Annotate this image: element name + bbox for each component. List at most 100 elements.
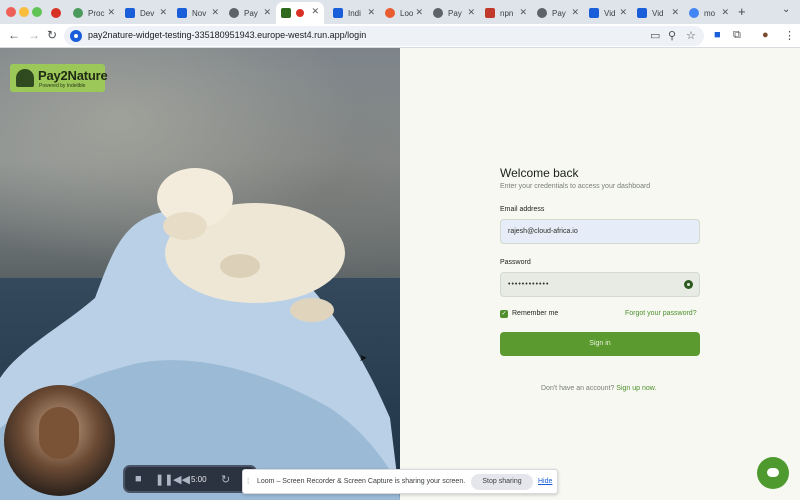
cast-icon[interactable]: ▭ xyxy=(650,29,660,42)
bookmark-star-icon[interactable]: ☆ xyxy=(686,29,696,42)
tab-label: Loo xyxy=(400,8,414,18)
drag-handle-icon[interactable]: ⁞ xyxy=(247,477,249,486)
close-tab-icon[interactable]: ✕ xyxy=(367,7,375,18)
globe-icon xyxy=(433,8,443,18)
globe-icon xyxy=(537,8,547,18)
email-label: Email address xyxy=(500,206,545,213)
browser-tab[interactable]: Nov ✕ xyxy=(172,3,224,23)
site-info-icon[interactable] xyxy=(70,30,82,42)
browser-tab[interactable]: Loo ✕ xyxy=(380,3,428,23)
page-title: Welcome back xyxy=(500,166,579,180)
elephant-icon xyxy=(16,69,34,87)
tab-label: Indi xyxy=(348,8,361,18)
screen-share-message: Loom – Screen Recorder & Screen Capture … xyxy=(257,478,466,485)
brand-name: Pay2Nature xyxy=(38,68,108,83)
browser-tab[interactable]: Dev ✕ xyxy=(120,3,172,23)
browser-tab[interactable] xyxy=(46,3,68,23)
tab-label: Vid xyxy=(652,8,664,18)
brand-tagline: Powered by Indelible xyxy=(39,83,86,89)
doc-icon xyxy=(333,8,343,18)
close-tab-icon[interactable]: ✕ xyxy=(263,7,271,18)
signup-prompt-text: Don't have an account? xyxy=(541,385,617,392)
profile-avatar-icon[interactable]: ● xyxy=(762,29,769,41)
close-tab-icon[interactable]: ✕ xyxy=(467,7,475,18)
webcam-bubble[interactable] xyxy=(4,385,115,496)
page-subtitle: Enter your credentials to access your da… xyxy=(500,183,651,190)
webcam-person xyxy=(39,407,79,459)
close-tab-icon[interactable]: ✕ xyxy=(671,7,679,18)
extensions-puzzle-icon[interactable]: ⧉ xyxy=(733,29,741,42)
stop-recording-icon[interactable]: ■ xyxy=(135,473,142,485)
password-field[interactable]: •••••••••••• xyxy=(500,272,700,297)
forgot-password-link[interactable]: Forgot your password? xyxy=(625,310,697,317)
back-arrow-icon[interactable]: ← xyxy=(8,28,20,42)
recording-timer: 5:00 xyxy=(191,475,207,484)
browser-tab[interactable]: Proc ✕ xyxy=(68,3,120,23)
browser-tab[interactable]: Vid ✕ xyxy=(632,3,684,23)
sign-up-link[interactable]: Sign up now. xyxy=(616,385,656,392)
signup-prompt: Don't have an account? Sign up now. xyxy=(541,385,656,392)
globe-icon xyxy=(229,8,239,18)
close-tab-icon[interactable]: ✕ xyxy=(107,7,115,18)
browser-tab[interactable]: Pay ✕ xyxy=(224,3,276,23)
chat-widget-button[interactable] xyxy=(757,457,789,489)
email-field[interactable]: rajesh@cloud-africa.io xyxy=(500,219,700,244)
browser-tab[interactable]: Indi ✕ xyxy=(328,3,380,23)
new-tab-icon[interactable]: + xyxy=(738,4,746,19)
tab-label: Pay xyxy=(244,8,258,18)
doc-icon xyxy=(637,8,647,18)
doc-icon xyxy=(589,8,599,18)
browser-tab[interactable]: mo ✕ xyxy=(684,3,734,23)
browser-tab[interactable]: Pay ✕ xyxy=(428,3,480,23)
remember-me-checkbox[interactable]: ✓ xyxy=(500,310,508,318)
tab-label: Nov xyxy=(192,8,207,18)
show-password-eye-icon[interactable] xyxy=(684,280,693,289)
doc-icon xyxy=(177,8,187,18)
rewind-icon[interactable]: ◀◀ xyxy=(173,473,190,486)
stop-sharing-button[interactable]: Stop sharing xyxy=(471,474,533,490)
extension-icon[interactable]: ■ xyxy=(714,29,721,41)
google-icon xyxy=(689,8,699,18)
sign-in-button[interactable]: Sign in xyxy=(500,332,700,356)
zoom-icon[interactable]: ⚲ xyxy=(668,29,676,42)
tab-label: Vid xyxy=(604,8,616,18)
close-tab-icon[interactable]: ✕ xyxy=(159,7,167,18)
globe-icon xyxy=(73,8,83,18)
browser-menu-icon[interactable]: ⋮ xyxy=(784,29,795,42)
browser-tab[interactable]: Pay ✕ xyxy=(532,3,584,23)
pay2nature-logo[interactable]: Pay2Nature Powered by Indelible xyxy=(10,64,108,92)
login-panel: Welcome back Enter your credentials to a… xyxy=(400,48,800,500)
browser-tab[interactable]: Vid ✕ xyxy=(584,3,632,23)
reload-icon[interactable]: ↻ xyxy=(47,28,57,42)
password-label: Password xyxy=(500,259,531,266)
browser-tab[interactable]: npn ✕ xyxy=(480,3,532,23)
close-tab-icon[interactable]: ✕ xyxy=(619,7,627,18)
url-field[interactable]: pay2nature-widget-testing-335180951943.e… xyxy=(64,26,704,46)
remember-me-label[interactable]: Remember me xyxy=(512,310,558,317)
recording-icon xyxy=(296,9,304,17)
hero-image: Pay2Nature Powered by Indelible ■ ❚❚ ◀◀ … xyxy=(0,48,400,500)
close-tab-icon[interactable]: ✕ xyxy=(571,7,579,18)
close-tab-icon[interactable]: ✕ xyxy=(211,7,219,18)
chrome-icon xyxy=(51,8,61,18)
close-tab-icon[interactable]: ✕ xyxy=(415,7,423,18)
tab-label: npn xyxy=(500,8,514,18)
close-tab-icon[interactable]: ✕ xyxy=(519,7,527,18)
hide-banner-link[interactable]: Hide xyxy=(538,478,552,485)
close-tab-icon[interactable]: ✕ xyxy=(311,6,319,17)
doc-icon xyxy=(125,8,135,18)
restart-icon[interactable]: ↻ xyxy=(221,473,230,486)
pause-icon[interactable]: ❚❚ xyxy=(155,473,173,486)
tab-label: Pay xyxy=(552,8,566,18)
loom-icon xyxy=(385,8,395,18)
tab-label: Dev xyxy=(140,8,155,18)
browser-tab-active[interactable]: ✕ xyxy=(276,2,324,24)
minimize-window-icon[interactable] xyxy=(19,7,29,17)
maximize-window-icon[interactable] xyxy=(32,7,42,17)
close-window-icon[interactable] xyxy=(6,7,16,17)
tab-search-icon[interactable]: ⌄ xyxy=(782,4,790,15)
close-tab-icon[interactable]: ✕ xyxy=(721,7,729,18)
npm-icon xyxy=(485,8,495,18)
recording-controls: ■ ❚❚ ◀◀ 5:00 ↻ xyxy=(123,465,257,493)
forward-arrow-icon[interactable]: → xyxy=(28,28,40,42)
